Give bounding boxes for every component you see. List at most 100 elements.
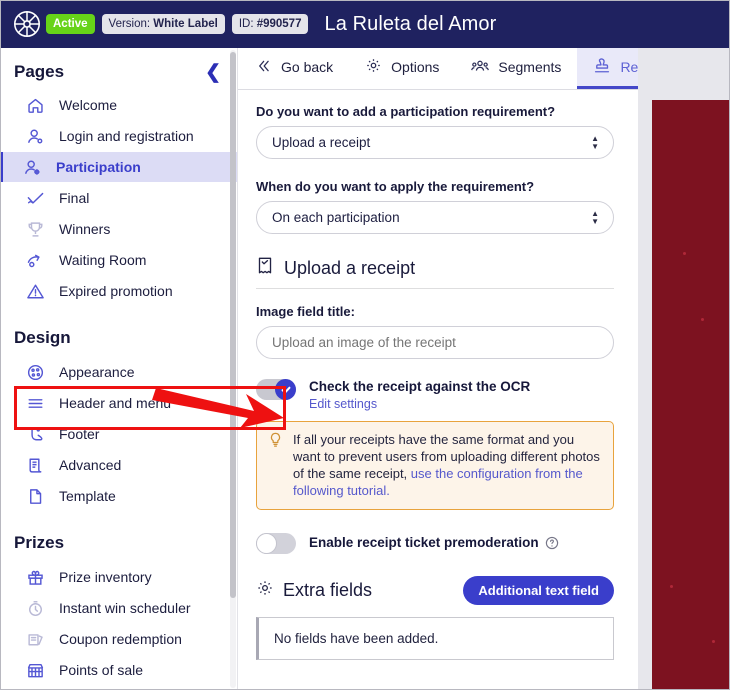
image-field-title-input[interactable] xyxy=(256,326,614,359)
version-badge: Version: White Label xyxy=(101,13,225,35)
sidebar-item-coupon-redemption[interactable]: Coupon redemption xyxy=(0,624,237,654)
status-badge: Active xyxy=(46,13,95,35)
gear-icon xyxy=(256,579,274,602)
store-icon xyxy=(25,660,46,681)
sidebar-item-label: Points of sale xyxy=(59,662,144,678)
ocr-edit-settings-link[interactable]: Edit settings xyxy=(309,397,530,411)
toggle-knob-check-icon xyxy=(275,379,296,400)
tab-label: Options xyxy=(391,59,440,75)
sidebar-title: Pages xyxy=(14,62,65,81)
upload-receipt-section-header: Upload a receipt xyxy=(256,256,614,289)
ocr-toggle[interactable] xyxy=(256,379,296,400)
sidebar-item-label: Instant win scheduler xyxy=(59,600,191,616)
apply-when-select[interactable]: On each participation ▲ ▼ xyxy=(256,201,614,234)
sidebar: Pages ❮ Welcome Login and registration P… xyxy=(0,48,238,690)
sidebar-item-template[interactable]: Template xyxy=(0,481,237,511)
extra-fields-title: Extra fields xyxy=(283,580,373,600)
warning-triangle-icon xyxy=(25,281,46,302)
sidebar-item-label: Coupon redemption xyxy=(59,631,182,647)
apply-when-value: On each participation xyxy=(272,210,400,225)
ocr-toggle-label: Check the receipt against the OCR xyxy=(309,379,531,394)
coupon-icon xyxy=(25,629,46,650)
tab-options[interactable]: Options xyxy=(349,48,455,89)
ocr-tip-box: If all your receipts have the same forma… xyxy=(256,421,614,510)
sidebar-item-label: Welcome xyxy=(59,97,118,113)
user-check-icon xyxy=(22,157,43,178)
question-circle-icon[interactable] xyxy=(545,536,559,550)
user-key-icon xyxy=(25,126,46,147)
footer-boot-icon xyxy=(25,424,46,445)
sidebar-item-label: Appearance xyxy=(59,364,135,380)
id-value: #990577 xyxy=(256,17,302,30)
roulette-wheel-icon[interactable] xyxy=(8,5,46,43)
sidebar-item-label: Header and menu xyxy=(59,395,172,411)
double-chevron-left-icon xyxy=(256,58,272,77)
extra-fields-title-group: Extra fields xyxy=(256,579,372,602)
preview-sparkle xyxy=(670,585,673,588)
sidebar-item-label: Footer xyxy=(59,426,100,442)
scroll-document-icon xyxy=(25,455,46,476)
menu-lines-icon xyxy=(25,393,46,414)
additional-text-field-button[interactable]: Additional text field xyxy=(463,576,614,605)
sidebar-group-prizes: Prizes xyxy=(14,533,65,552)
premoderation-toggle[interactable] xyxy=(256,533,296,554)
gift-icon xyxy=(25,567,46,588)
empty-fields-message: No fields have been added. xyxy=(256,617,614,660)
tab-label: Go back xyxy=(281,59,334,75)
sidebar-item-label: Waiting Room xyxy=(59,252,147,268)
sidebar-content: Pages ❮ Welcome Login and registration P… xyxy=(0,48,237,685)
chevron-left-icon[interactable]: ❮ xyxy=(205,63,221,82)
home-icon xyxy=(25,95,46,116)
palette-icon xyxy=(25,362,46,383)
sidebar-header: Pages ❮ xyxy=(0,62,237,82)
version-value: White Label xyxy=(153,17,218,30)
preview-sparkle xyxy=(712,640,715,643)
sidebar-item-label: Login and registration xyxy=(59,128,194,144)
premoderation-label: Enable receipt ticket premoderation xyxy=(309,534,559,552)
ocr-toggle-text-block: Check the receipt against the OCR Edit s… xyxy=(309,378,530,411)
sidebar-item-header-and-menu[interactable]: Header and menu xyxy=(0,388,237,418)
sidebar-item-final[interactable]: Final xyxy=(0,183,237,213)
premoderation-label-text: Enable receipt ticket premoderation xyxy=(309,535,539,550)
sidebar-item-footer[interactable]: Footer xyxy=(0,419,237,449)
people-group-icon xyxy=(471,57,490,78)
top-bar: Active Version: White Label ID: #990577 … xyxy=(0,0,730,48)
toggle-knob xyxy=(256,533,277,554)
sidebar-item-instant-win-scheduler[interactable]: Instant win scheduler xyxy=(0,593,237,623)
preview-sparkle xyxy=(683,252,686,255)
lightbulb-icon xyxy=(268,431,284,499)
trophy-icon xyxy=(25,219,46,240)
tip-text: If all your receipts have the same forma… xyxy=(293,431,601,499)
section-title: Upload a receipt xyxy=(284,257,416,278)
id-prefix: ID: xyxy=(238,17,257,30)
sidebar-item-expired-promotion[interactable]: Expired promotion xyxy=(0,276,237,306)
tab-segments[interactable]: Segments xyxy=(455,48,577,89)
sidebar-item-winners[interactable]: Winners xyxy=(0,214,237,244)
gear-icon xyxy=(365,57,382,77)
sidebar-item-welcome[interactable]: Welcome xyxy=(0,90,237,120)
version-prefix: Version: xyxy=(108,17,154,30)
sidebar-item-points-of-sale[interactable]: Points of sale xyxy=(0,655,237,685)
select-arrows-icon: ▲ ▼ xyxy=(591,208,599,226)
waiting-room-icon xyxy=(25,250,46,271)
sidebar-item-label: Expired promotion xyxy=(59,283,173,299)
id-badge: ID: #990577 xyxy=(231,13,309,35)
stamp-icon xyxy=(593,57,611,78)
promotion-title: La Ruleta del Amor xyxy=(324,12,497,35)
preview-sparkle xyxy=(701,318,704,321)
select-arrows-icon: ▲ ▼ xyxy=(591,133,599,151)
sidebar-item-appearance[interactable]: Appearance xyxy=(0,357,237,387)
sidebar-scrollbar-thumb[interactable] xyxy=(230,52,236,598)
promotion-preview-panel[interactable] xyxy=(652,100,730,690)
tab-go-back[interactable]: Go back xyxy=(238,48,349,89)
sidebar-item-label: Prize inventory xyxy=(59,569,152,585)
sidebar-item-waiting-room[interactable]: Waiting Room xyxy=(0,245,237,275)
tab-label: Segments xyxy=(498,59,562,75)
sidebar-item-label: Final xyxy=(59,190,90,206)
page-icon xyxy=(25,486,46,507)
sidebar-item-advanced[interactable]: Advanced xyxy=(0,450,237,480)
sidebar-item-login-and-registration[interactable]: Login and registration xyxy=(0,121,237,151)
sidebar-item-participation[interactable]: Participation xyxy=(0,152,237,182)
sidebar-item-prize-inventory[interactable]: Prize inventory xyxy=(0,562,237,592)
requirement-type-select[interactable]: Upload a receipt ▲ ▼ xyxy=(256,126,614,159)
